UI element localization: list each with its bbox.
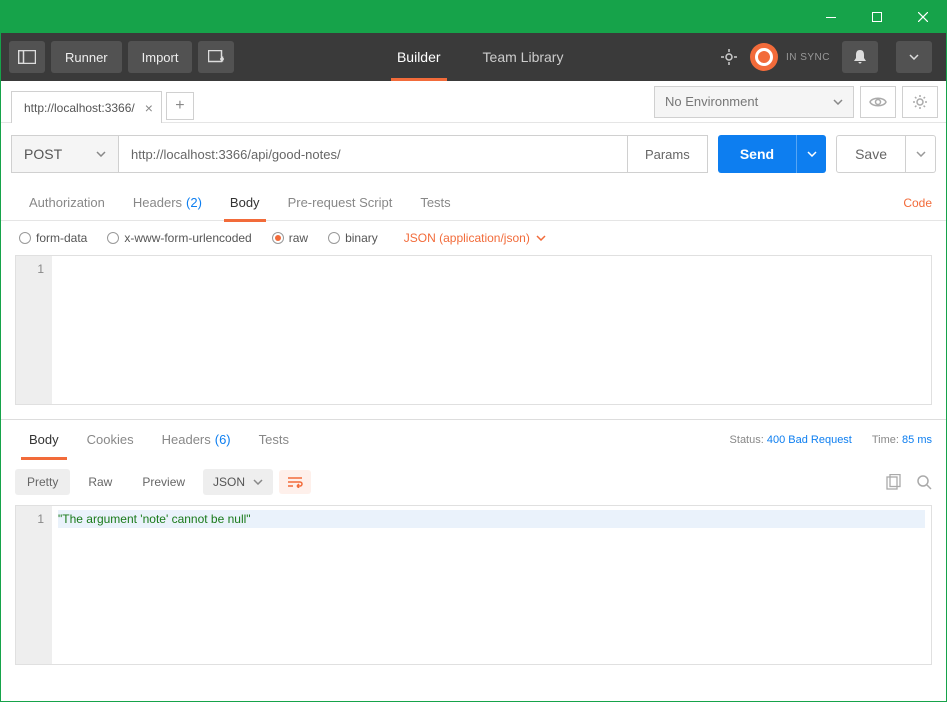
url-row: POST Params Send Save — [1, 123, 946, 185]
user-menu-button[interactable] — [896, 41, 932, 73]
main-toolbar: Runner Import Builder Team Library IN SY… — [1, 33, 946, 81]
tab-body[interactable]: Body — [216, 185, 274, 221]
sync-icon — [750, 43, 778, 71]
method-select[interactable]: POST — [11, 135, 119, 173]
view-pretty[interactable]: Pretty — [15, 469, 70, 495]
radio-urlencoded[interactable]: x-www-form-urlencoded — [107, 231, 251, 245]
save-button[interactable]: Save — [836, 135, 906, 173]
sidebar-toggle-button[interactable] — [9, 41, 45, 73]
view-preview[interactable]: Preview — [130, 469, 197, 495]
response-format-select[interactable]: JSON — [203, 469, 273, 495]
new-tab-icon — [208, 50, 224, 64]
close-button[interactable] — [900, 1, 946, 33]
chevron-down-icon — [536, 235, 546, 241]
content-type-select[interactable]: JSON (application/json) — [404, 231, 546, 245]
send-dropdown-button[interactable] — [796, 135, 826, 173]
response-tab-headers[interactable]: Headers (6) — [148, 420, 245, 460]
code-link[interactable]: Code — [903, 196, 932, 210]
chevron-down-icon — [909, 54, 919, 60]
radio-form-data[interactable]: form-data — [19, 231, 87, 245]
maximize-button[interactable] — [854, 1, 900, 33]
status-meta: Status: 400 Bad Request — [730, 434, 852, 446]
body-type-row: form-data x-www-form-urlencoded raw bina… — [1, 221, 946, 255]
chevron-down-icon — [96, 151, 106, 157]
request-tab-title: http://localhost:3366/ — [24, 101, 135, 115]
bell-icon — [853, 49, 867, 65]
save-dropdown-button[interactable] — [906, 135, 936, 173]
view-raw[interactable]: Raw — [76, 469, 124, 495]
sync-label: IN SYNC — [786, 52, 830, 63]
request-tab[interactable]: http://localhost:3366/ × — [11, 91, 162, 123]
search-response-button[interactable] — [916, 474, 932, 490]
headers-count: (2) — [186, 195, 202, 210]
tab-builder[interactable]: Builder — [391, 33, 447, 81]
editor-line: "The argument 'note' cannot be null" — [58, 510, 925, 528]
radio-raw[interactable]: raw — [272, 231, 308, 245]
response-body-editor[interactable]: 1 "The argument 'note' cannot be null" — [15, 505, 932, 665]
wrap-icon — [287, 476, 303, 488]
tab-headers[interactable]: Headers (2) — [119, 185, 216, 221]
response-tab-tests[interactable]: Tests — [245, 420, 303, 460]
response-headers-count: (6) — [215, 432, 231, 447]
panel-icon — [18, 50, 36, 64]
new-window-button[interactable] — [198, 41, 234, 73]
send-button[interactable]: Send — [718, 135, 796, 173]
title-bar — [1, 1, 946, 33]
new-request-tab-button[interactable]: + — [166, 92, 194, 120]
url-input[interactable] — [119, 135, 628, 173]
notifications-button[interactable] — [842, 41, 878, 73]
editor-gutter: 1 — [16, 506, 52, 664]
chevron-down-icon — [253, 479, 263, 485]
search-icon — [916, 474, 932, 490]
chevron-down-icon — [807, 151, 817, 157]
wrap-lines-button[interactable] — [279, 470, 311, 494]
environment-settings-button[interactable] — [902, 86, 938, 118]
params-button[interactable]: Params — [628, 135, 708, 173]
method-label: POST — [24, 146, 62, 162]
tab-prerequest[interactable]: Pre-request Script — [274, 185, 407, 221]
environment-preview-button[interactable] — [860, 86, 896, 118]
minimize-button[interactable] — [808, 1, 854, 33]
editor-gutter: 1 — [16, 256, 52, 404]
eye-icon — [869, 96, 887, 108]
tab-authorization[interactable]: Authorization — [15, 185, 119, 221]
response-tab-body[interactable]: Body — [15, 420, 73, 460]
tab-team-library[interactable]: Team Library — [477, 33, 570, 81]
radio-binary[interactable]: binary — [328, 231, 378, 245]
copy-response-button[interactable] — [886, 474, 902, 490]
request-subtabs: Authorization Headers (2) Body Pre-reque… — [1, 185, 946, 221]
tab-tests[interactable]: Tests — [406, 185, 464, 221]
import-button[interactable]: Import — [128, 41, 193, 73]
time-meta: Time: 85 ms — [872, 434, 932, 446]
copy-icon — [886, 474, 902, 490]
response-header: Body Cookies Headers (6) Tests Status: 4… — [1, 419, 946, 459]
sync-status[interactable]: IN SYNC — [750, 43, 830, 71]
gear-icon — [912, 94, 928, 110]
runner-button[interactable]: Runner — [51, 41, 122, 73]
response-view-options: Pretty Raw Preview JSON — [1, 459, 946, 505]
response-tab-cookies[interactable]: Cookies — [73, 420, 148, 460]
chevron-down-icon — [833, 99, 843, 105]
request-body-editor[interactable]: 1 — [15, 255, 932, 405]
environment-label: No Environment — [665, 94, 758, 109]
chevron-down-icon — [916, 151, 926, 157]
environment-select[interactable]: No Environment — [654, 86, 854, 118]
close-tab-icon[interactable]: × — [145, 100, 153, 116]
request-tabs-row: http://localhost:3366/ × + No Environmen… — [1, 81, 946, 123]
capture-icon[interactable] — [720, 48, 738, 66]
